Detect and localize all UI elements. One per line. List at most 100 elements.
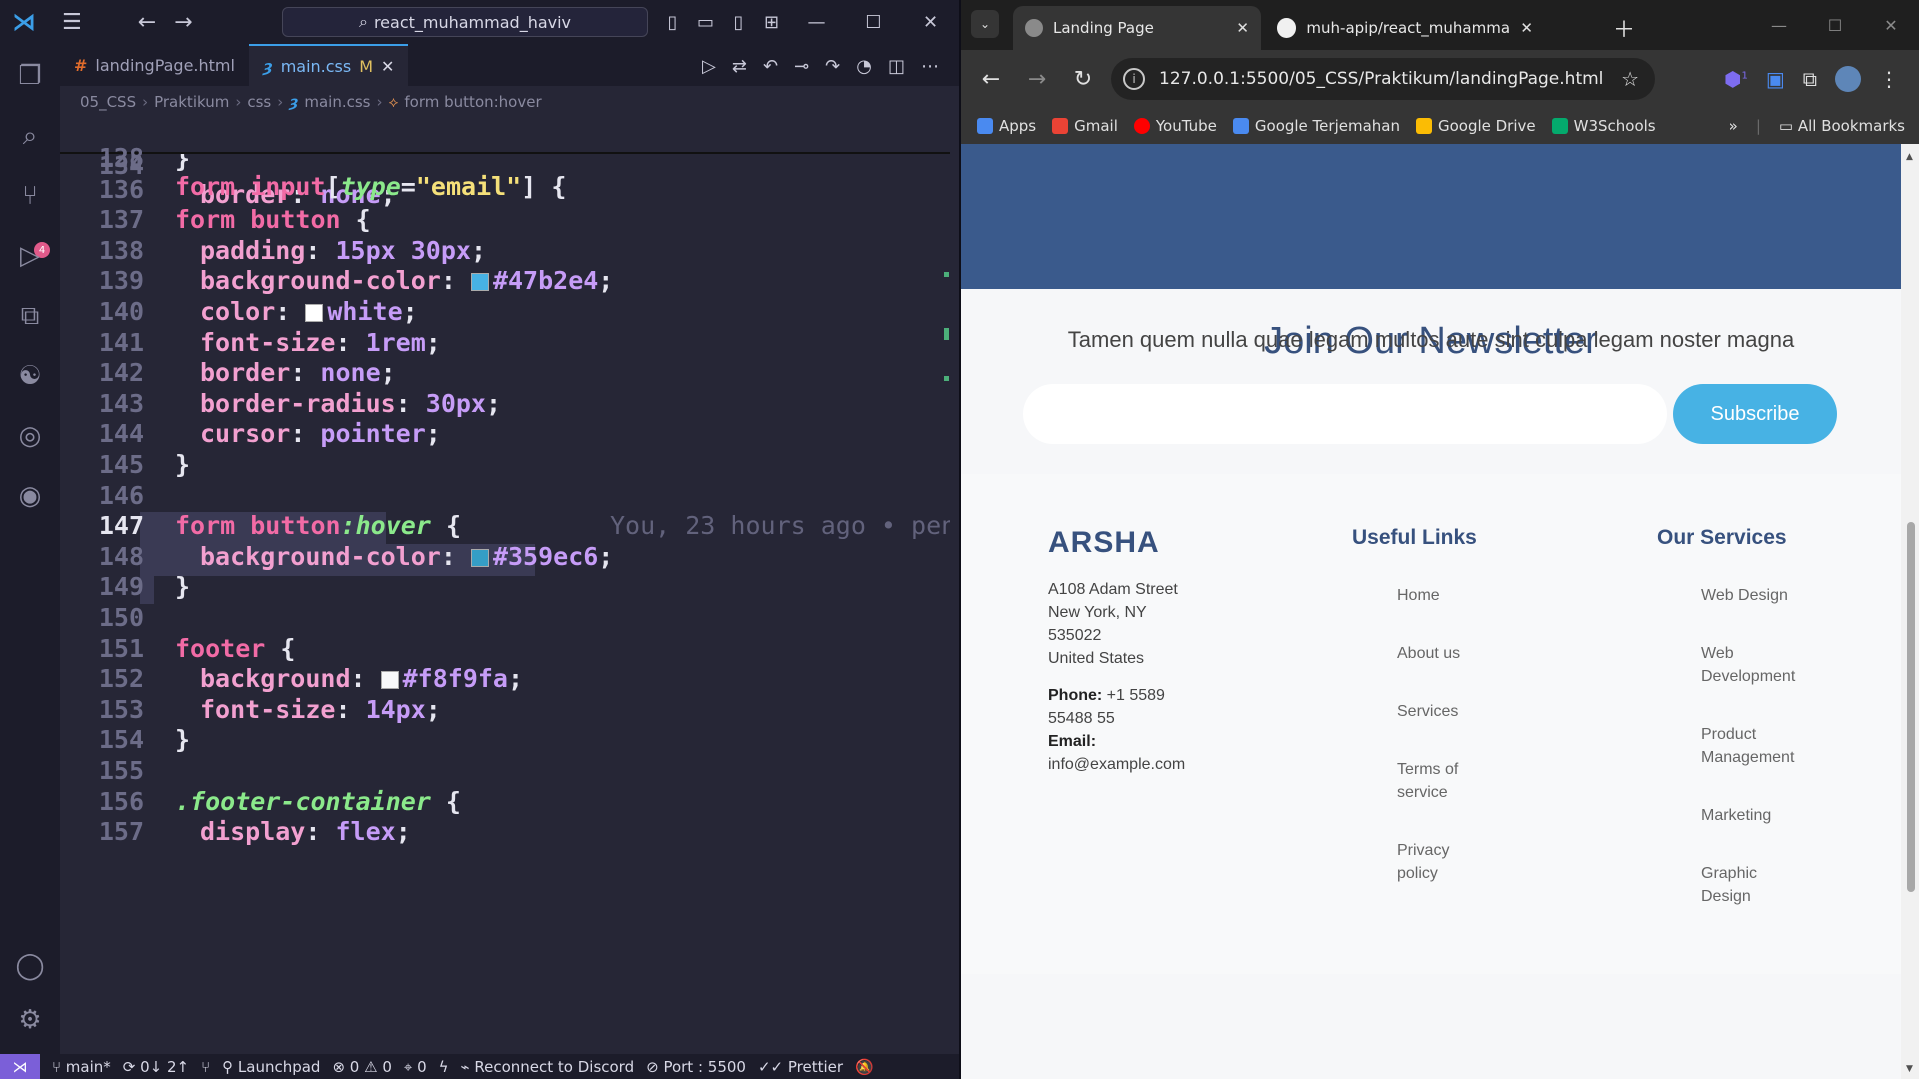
breadcrumb-item[interactable]: main.css bbox=[304, 93, 370, 111]
sync-status[interactable]: ⟳ 0↓ 2↑ bbox=[123, 1058, 189, 1076]
tab-search-icon[interactable]: ⌄ bbox=[971, 10, 999, 38]
commit-icon[interactable]: ⊸ bbox=[794, 56, 809, 77]
search-icon[interactable]: ⌕ bbox=[12, 118, 48, 154]
more-actions-icon[interactable]: ⋯ bbox=[921, 56, 939, 77]
bookmark-gmail[interactable]: Gmail bbox=[1052, 117, 1118, 135]
browser-tab-github[interactable]: muh-apip/react_muhammad-ha ✕ bbox=[1265, 6, 1545, 50]
lightning-icon[interactable]: ϟ bbox=[439, 1058, 449, 1076]
extension-icon[interactable]: ⬢1 bbox=[1724, 67, 1748, 91]
maximize-button[interactable]: ☐ bbox=[845, 12, 902, 33]
code-editor[interactable]: 128 form input[type="email"] { 134 borde… bbox=[60, 114, 950, 1052]
close-tab-icon[interactable]: ✕ bbox=[1520, 19, 1533, 37]
live-server-status[interactable]: ⊘ Port : 5500 bbox=[646, 1058, 746, 1076]
remote-explorer-icon[interactable]: ◎ bbox=[12, 418, 48, 454]
run-debug-icon[interactable]: ▷ bbox=[12, 238, 48, 274]
bookmark-youtube[interactable]: YouTube bbox=[1133, 117, 1217, 135]
footer-service-web-design[interactable]: Web Design bbox=[1701, 584, 1788, 607]
scrollbar-thumb[interactable] bbox=[1907, 522, 1915, 892]
close-tab-icon[interactable]: ✕ bbox=[1236, 19, 1249, 37]
gitlens-icon[interactable]: ⑂ bbox=[201, 1058, 210, 1076]
translate-icon[interactable]: ▣ bbox=[1766, 67, 1785, 91]
breadcrumb-item[interactable]: 05_CSS bbox=[80, 93, 136, 111]
browser-tab-title: Landing Page bbox=[1053, 19, 1154, 37]
sticky-scroll-line[interactable]: 128 form input[type="email"] { bbox=[60, 114, 950, 201]
menu-icon[interactable]: ☰ bbox=[62, 10, 82, 35]
gitlens-history-icon[interactable]: ◔ bbox=[856, 56, 872, 77]
gitlens-icon[interactable]: ◉ bbox=[12, 478, 48, 514]
footer-link-home[interactable]: Home bbox=[1397, 584, 1440, 607]
tab-main-css[interactable]: ȝ main.css M ✕ bbox=[248, 44, 409, 86]
toggle-secondary-sidebar-icon[interactable]: ▯ bbox=[722, 12, 755, 33]
close-button[interactable]: ✕ bbox=[902, 12, 959, 33]
footer-service-product[interactable]: Product Management bbox=[1701, 723, 1794, 769]
close-tab-icon[interactable]: ✕ bbox=[381, 57, 394, 76]
toggle-sidebar-icon[interactable]: ▯ bbox=[656, 12, 689, 33]
bookmarks-more-button[interactable]: » bbox=[1729, 117, 1738, 135]
color-swatch[interactable] bbox=[470, 273, 489, 292]
reload-icon[interactable]: ↻ bbox=[1067, 67, 1099, 92]
newsletter-email-input[interactable] bbox=[1023, 384, 1667, 444]
close-button[interactable]: ✕ bbox=[1863, 16, 1919, 35]
split-editor-icon[interactable]: ◫ bbox=[888, 56, 905, 77]
tab-landingpage-html[interactable]: # landingPage.html bbox=[60, 44, 249, 86]
new-tab-icon[interactable]: ＋ bbox=[1613, 12, 1635, 44]
scroll-up-icon[interactable]: ▲ bbox=[1906, 152, 1913, 162]
site-info-icon[interactable]: i bbox=[1123, 68, 1145, 90]
browser-tab-landing-page[interactable]: Landing Page ✕ bbox=[1013, 6, 1261, 50]
toggle-panel-icon[interactable]: ▭ bbox=[689, 12, 722, 33]
color-swatch[interactable] bbox=[470, 548, 489, 567]
puzzle-icon[interactable]: ⧉ bbox=[1803, 67, 1817, 91]
bookmark-w3schools[interactable]: W3Schools bbox=[1551, 117, 1656, 135]
command-center-search[interactable]: ⌕ react_muhammad_haviv bbox=[282, 7, 648, 37]
launchpad-status[interactable]: ⚲ Launchpad bbox=[222, 1058, 320, 1076]
compare-changes-icon[interactable]: ⇄ bbox=[732, 56, 747, 77]
back-icon[interactable]: ← bbox=[975, 67, 1007, 92]
tab-label: landingPage.html bbox=[95, 55, 235, 75]
bookmark-star-icon[interactable]: ☆ bbox=[1621, 67, 1639, 91]
footer-link-about[interactable]: About us bbox=[1397, 642, 1460, 665]
account-icon[interactable]: ◯ bbox=[12, 948, 48, 984]
forward-icon[interactable]: → bbox=[1021, 67, 1053, 92]
breadcrumb-item[interactable]: form button:hover bbox=[404, 93, 541, 111]
color-swatch[interactable] bbox=[380, 671, 399, 690]
extensions-icon[interactable]: ⧉ bbox=[12, 298, 48, 334]
address-bar[interactable]: i 127.0.0.1:5500/05_CSS/Praktikum/landin… bbox=[1111, 58, 1655, 100]
breadcrumb-item[interactable]: css bbox=[247, 93, 271, 111]
bookmark-apps[interactable]: Apps bbox=[977, 117, 1036, 135]
previous-change-icon[interactable]: ↶ bbox=[763, 56, 778, 77]
bookmark-google-drive[interactable]: Google Drive bbox=[1415, 117, 1536, 135]
minimize-button[interactable]: — bbox=[788, 12, 845, 33]
remote-indicator-icon[interactable]: ⋊ bbox=[0, 1054, 40, 1079]
all-bookmarks-button[interactable]: ▭ All Bookmarks bbox=[1779, 117, 1905, 135]
bookmark-google-terjemahan[interactable]: Google Terjemahan bbox=[1232, 117, 1400, 135]
prettier-status[interactable]: ✓✓ Prettier bbox=[758, 1058, 843, 1076]
color-swatch[interactable] bbox=[305, 304, 324, 322]
subscribe-button[interactable]: Subscribe bbox=[1673, 384, 1837, 444]
source-control-icon[interactable]: ⑂ bbox=[12, 178, 48, 214]
minimize-button[interactable]: — bbox=[1751, 16, 1807, 35]
footer-link-privacy[interactable]: Privacy policy bbox=[1397, 839, 1449, 885]
profile-avatar[interactable] bbox=[1835, 66, 1861, 92]
kebab-menu-icon[interactable]: ⋮ bbox=[1879, 67, 1899, 91]
customize-layout-icon[interactable]: ⊞ bbox=[755, 12, 788, 33]
breadcrumb-item[interactable]: Praktikum bbox=[154, 93, 229, 111]
footer-service-graphic[interactable]: Graphic Design bbox=[1701, 862, 1757, 908]
scroll-down-icon[interactable]: ▼ bbox=[1906, 1064, 1913, 1074]
branch-status[interactable]: ⑂ main* bbox=[52, 1058, 111, 1076]
next-change-icon[interactable]: ↷ bbox=[825, 56, 840, 77]
code-line: 157 display: flex; bbox=[60, 817, 950, 854]
explorer-icon[interactable]: ❐ bbox=[12, 58, 48, 94]
footer-link-services[interactable]: Services bbox=[1397, 700, 1458, 723]
problems-status[interactable]: ⊗ 0 ⚠ 0 bbox=[332, 1058, 391, 1076]
ports-status[interactable]: ⌖ 0 bbox=[404, 1058, 427, 1076]
run-icon[interactable]: ▷ bbox=[702, 56, 716, 77]
discord-status[interactable]: ⌁ Reconnect to Discord bbox=[461, 1058, 635, 1076]
footer-service-marketing[interactable]: Marketing bbox=[1701, 804, 1771, 827]
history-nav[interactable]: ←→ bbox=[138, 10, 211, 35]
python-icon[interactable]: ☯ bbox=[12, 358, 48, 394]
maximize-button[interactable]: ☐ bbox=[1807, 16, 1863, 35]
settings-gear-icon[interactable]: ⚙ bbox=[12, 1002, 48, 1038]
notifications-icon[interactable]: 🔕 bbox=[855, 1058, 874, 1076]
footer-link-terms[interactable]: Terms of service bbox=[1397, 758, 1458, 804]
footer-service-web-dev[interactable]: Web Development bbox=[1701, 642, 1795, 688]
